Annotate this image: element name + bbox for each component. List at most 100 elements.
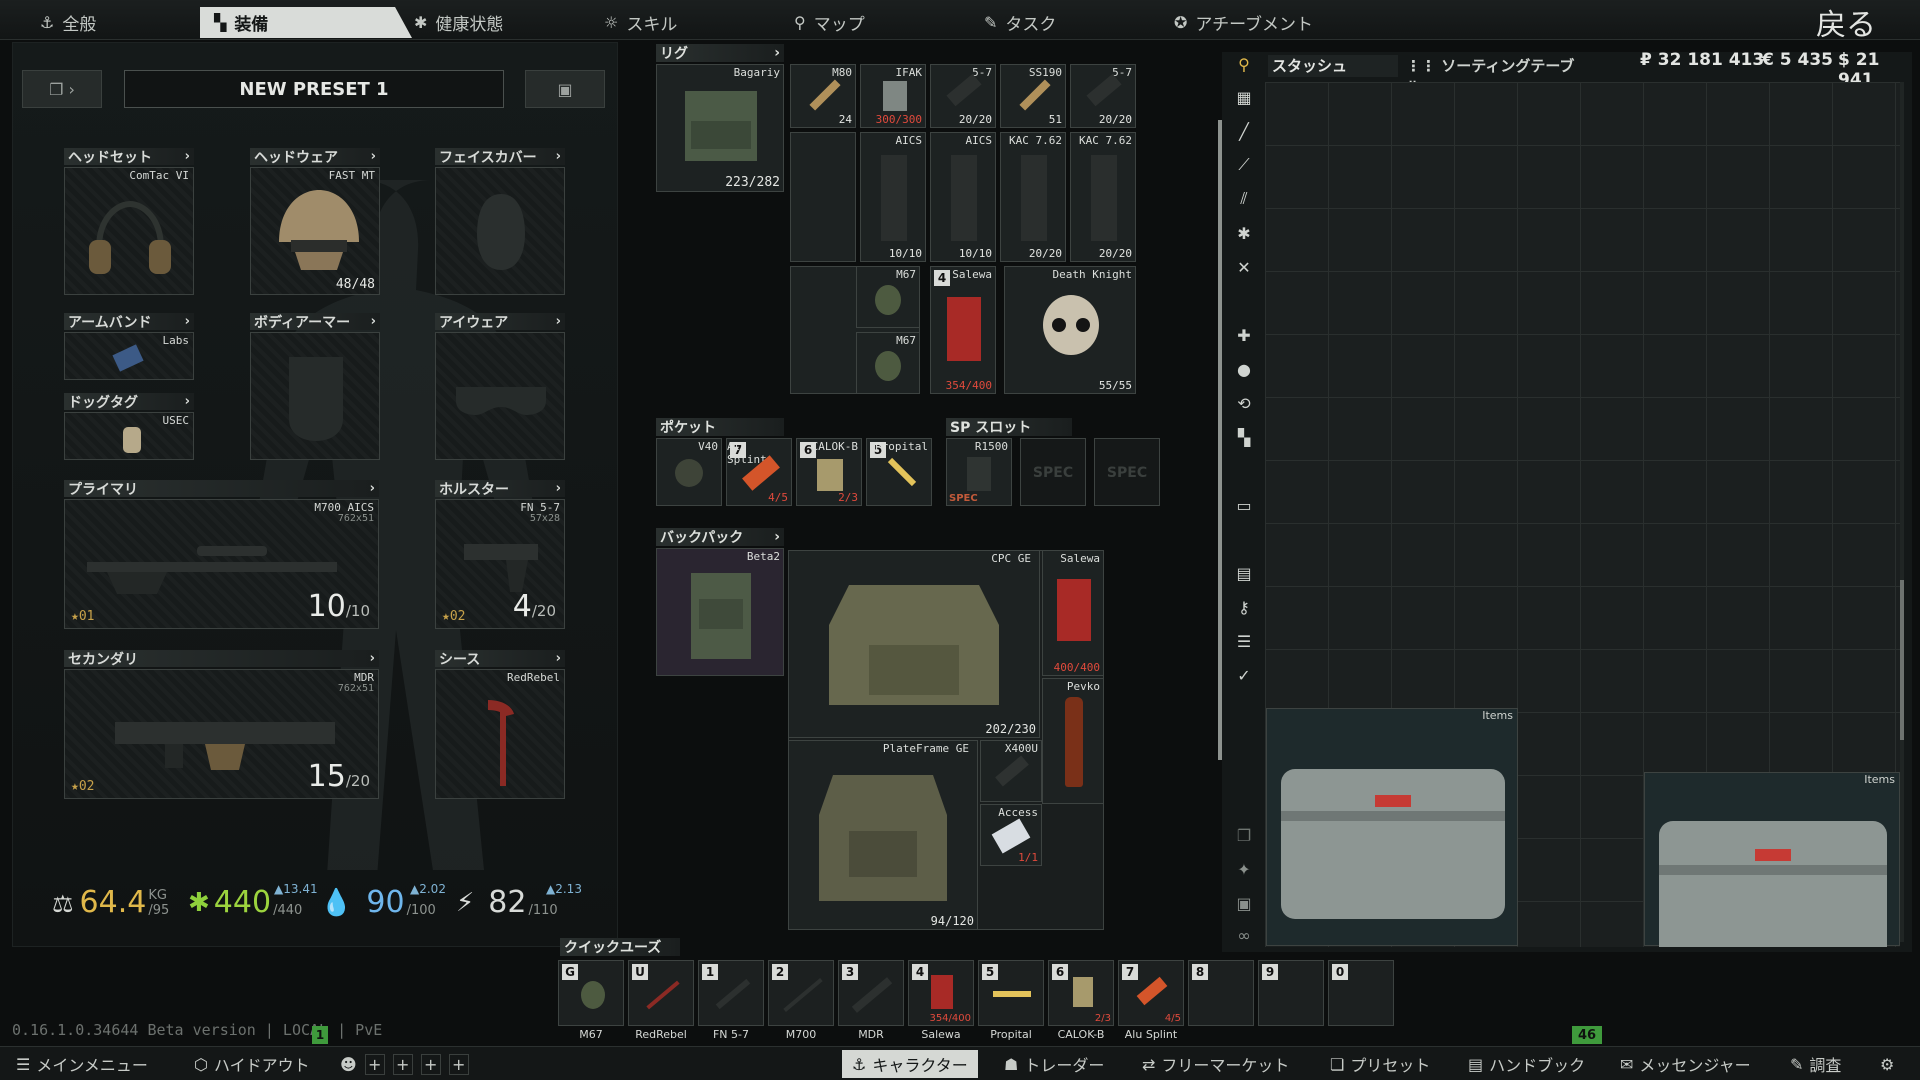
rig-cell-aics-mag[interactable]: AICS 10/10 xyxy=(860,132,926,262)
facecover-slot[interactable] xyxy=(435,167,565,295)
rig-cell-death-knight[interactable]: Death Knight 55/55 xyxy=(1004,266,1136,394)
add-slot-icon[interactable]: + xyxy=(392,1053,413,1075)
backpack-cell-pevko[interactable]: Pevko xyxy=(1042,678,1104,804)
filter-notes-icon[interactable]: ☰ xyxy=(1229,626,1259,656)
tab-gear[interactable]: ▚ 装備 xyxy=(200,7,412,38)
main-menu-button[interactable]: ☰ メインメニュー xyxy=(16,1050,148,1078)
bodyarmor-slot[interactable] xyxy=(250,332,380,460)
profile-icon[interactable]: ☻ xyxy=(340,1055,357,1074)
backpack-slot[interactable]: Beta2 xyxy=(656,548,784,676)
link-icon[interactable]: ∞ xyxy=(1229,920,1259,950)
quick-slot-9[interactable]: 9 xyxy=(1258,960,1324,1026)
filter-melee-icon[interactable]: ⟋ xyxy=(1229,150,1259,180)
filter-keys-icon[interactable]: ⚷ xyxy=(1229,592,1259,622)
sp-slot-r1500[interactable]: R1500 SPEC xyxy=(946,438,1012,506)
eyewear-slot[interactable] xyxy=(435,332,565,460)
rig-cell-ifak[interactable]: IFAK 300/300 xyxy=(860,64,926,128)
flea-market-button[interactable]: ⇄ フリーマーケット xyxy=(1142,1050,1289,1078)
copy-icon[interactable]: ❐ xyxy=(1229,820,1259,850)
hideout-button[interactable]: ⬡ ハイドアウト xyxy=(194,1050,310,1078)
pocket-cell-v40[interactable]: V40 xyxy=(656,438,722,506)
add-slot-icon[interactable]: + xyxy=(420,1053,441,1075)
stash-item-case-2[interactable]: Items xyxy=(1644,772,1900,947)
rig-cell-m67[interactable]: M67 xyxy=(856,266,920,328)
pocket-cell-propital[interactable]: 5 Propital xyxy=(866,438,932,506)
pocket-cell-calok[interactable]: 6 CALOK-B 2/3 xyxy=(796,438,862,506)
filter-containers-icon[interactable]: ▭ xyxy=(1229,490,1259,520)
filter-gear-icon[interactable]: ▚ xyxy=(1229,422,1259,452)
preset-name-field[interactable]: NEW PRESET 1 xyxy=(124,70,504,108)
survey-button[interactable]: ✎ 調査 xyxy=(1790,1050,1841,1078)
rig-cell-57-mag[interactable]: 5-7 20/20 xyxy=(930,64,996,128)
backpack-cell-plateframe[interactable]: PlateFrame GE 94/120 xyxy=(788,740,978,930)
filter-info-icon[interactable]: ▤ xyxy=(1229,558,1259,588)
filter-quest-icon[interactable]: ✓ xyxy=(1229,660,1259,690)
quick-slot-5[interactable]: 5 xyxy=(978,960,1044,1026)
character-button[interactable]: ⚓ キャラクター xyxy=(842,1050,978,1078)
backpack-cell-x400u[interactable]: X400U xyxy=(980,740,1042,802)
quick-slot-u[interactable]: U xyxy=(628,960,694,1026)
filter-all-icon[interactable]: ▦ xyxy=(1229,82,1259,112)
filter-weapons-icon[interactable]: ╱ xyxy=(1229,116,1259,146)
handbook-button[interactable]: ▤ ハンドブック xyxy=(1468,1050,1585,1078)
rig-cell-salewa[interactable]: 4 Salewa 354/400 xyxy=(930,266,996,394)
rig-cell-ss190[interactable]: SS190 51 xyxy=(1000,64,1066,128)
rig-cell-m67-2[interactable]: M67 xyxy=(856,332,920,394)
filter-grenades-icon[interactable]: ● xyxy=(1229,354,1259,384)
armband-slot[interactable]: Labs xyxy=(64,332,194,380)
backpack-cell-cpc[interactable]: CPC GE 202/230 xyxy=(788,550,1040,738)
back-button[interactable]: 戻る xyxy=(1816,0,1876,44)
preset-load-button[interactable]: ❐ › xyxy=(22,70,102,108)
tab-stash[interactable]: スタッシュ xyxy=(1268,55,1398,77)
settings-button[interactable]: ⚙ xyxy=(1880,1050,1894,1078)
quick-slot-3[interactable]: 3 xyxy=(838,960,904,1026)
tab-sorting-table[interactable]: ⋮⋮ ソーティングテーブル xyxy=(1402,55,1582,96)
tab-health[interactable]: ✱ 健康状態 xyxy=(400,7,580,38)
headwear-slot[interactable]: FAST MT 48/48 xyxy=(250,167,380,295)
filter-ammo-icon[interactable]: ⫽ xyxy=(1229,184,1259,214)
tab-skills[interactable]: ☼ スキル xyxy=(590,7,770,38)
pin-icon[interactable]: ✦ xyxy=(1229,854,1259,884)
rig-cell-57-mag-2[interactable]: 5-7 20/20 xyxy=(1070,64,1136,128)
backpack-cell-salewa[interactable]: Salewa 400/400 xyxy=(1042,550,1104,676)
rig-cell-kac-mag-2[interactable]: KAC 7.62 20/20 xyxy=(1070,132,1136,262)
backpack-cell-access[interactable]: Access 1/1 xyxy=(980,804,1042,866)
add-slot-icon[interactable]: + xyxy=(364,1053,385,1075)
add-slot-icon[interactable]: + xyxy=(448,1053,469,1075)
preset-save-button[interactable]: ▣ xyxy=(525,70,605,108)
stash-item-case[interactable]: Items xyxy=(1266,708,1518,946)
tab-overview[interactable]: ⚓ 全般 xyxy=(26,7,196,38)
sp-slot-empty-2[interactable]: SPEC xyxy=(1094,438,1160,506)
quick-slot-7[interactable]: 7 4/5 xyxy=(1118,960,1184,1026)
stash-filter-icon[interactable]: ⚲ xyxy=(1229,52,1259,76)
dogtag-slot[interactable]: USEC xyxy=(64,412,194,460)
quick-slot-8[interactable]: 8 xyxy=(1188,960,1254,1026)
quick-slot-2[interactable]: 2 xyxy=(768,960,834,1026)
scabbard-slot[interactable]: RedRebel xyxy=(435,669,565,799)
tab-tasks[interactable]: ✎ タスク xyxy=(970,7,1150,38)
quick-slot-g[interactable]: G xyxy=(558,960,624,1026)
quick-slot-0[interactable]: 0 xyxy=(1328,960,1394,1026)
presets-button[interactable]: ❏ プリセット xyxy=(1330,1050,1430,1078)
secondary-weapon-slot[interactable]: MDR 762x51 ★02 15/20 xyxy=(64,669,379,799)
tab-map[interactable]: ⚲ マップ xyxy=(780,7,960,38)
quick-slot-1[interactable]: 1 xyxy=(698,960,764,1026)
filter-tools-icon[interactable]: ✕ xyxy=(1229,252,1259,282)
rig-slot[interactable]: Bagariy 223/282 xyxy=(656,64,784,192)
filter-medical-icon[interactable]: ✚ xyxy=(1229,320,1259,350)
rig-cell-aics-mag-2[interactable]: AICS 10/10 xyxy=(930,132,996,262)
traders-button[interactable]: ☗ トレーダー xyxy=(1004,1050,1104,1078)
messenger-button[interactable]: ✉ メッセンジャー xyxy=(1620,1050,1751,1078)
holster-slot[interactable]: FN 5-7 57x28 ★02 4/20 xyxy=(435,499,565,629)
quick-slot-6[interactable]: 6 2/3 xyxy=(1048,960,1114,1026)
rig-cell-kac-mag[interactable]: KAC 7.62 20/20 xyxy=(1000,132,1066,262)
rig-empty-cell[interactable] xyxy=(790,132,856,262)
stash-scrollbar-thumb[interactable] xyxy=(1900,580,1904,740)
filter-parts-icon[interactable]: ✱ xyxy=(1229,218,1259,248)
lock-icon[interactable]: ▣ xyxy=(1229,888,1259,918)
headset-slot[interactable]: ComTac VI xyxy=(64,167,194,295)
sp-slot-empty[interactable]: SPEC xyxy=(1020,438,1086,506)
primary-weapon-slot[interactable]: M700 AICS 762x51 ★01 10/10 xyxy=(64,499,379,629)
rig-cell-m80[interactable]: M80 24 xyxy=(790,64,856,128)
pocket-cell-alu-splint[interactable]: 7 Alu Splint 4/5 xyxy=(726,438,792,506)
